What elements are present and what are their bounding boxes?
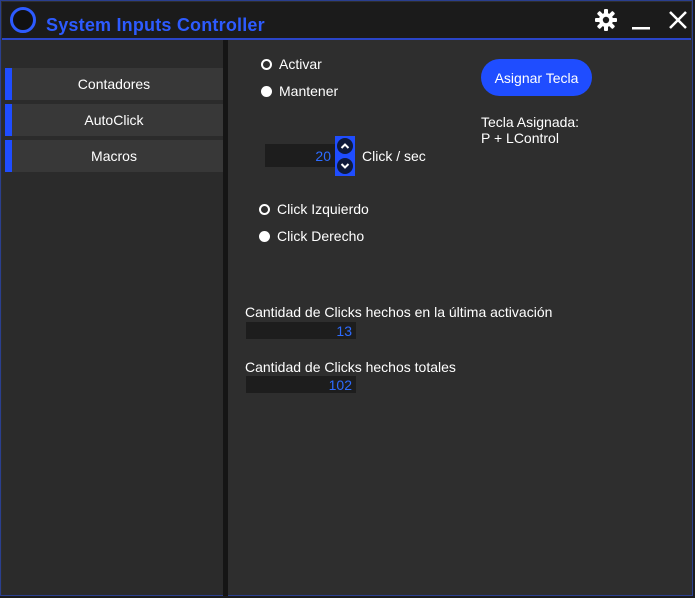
assigned-key-value: P + LControl — [481, 130, 559, 146]
radio-indicator — [259, 203, 270, 215]
radio-indicator — [261, 58, 272, 70]
radio-label: Activar — [279, 56, 322, 72]
total-clicks-label: Cantidad de Clicks hechos totales — [245, 359, 456, 375]
close-icon[interactable] — [666, 8, 690, 32]
assigned-key-label: Tecla Asignada: — [481, 114, 580, 130]
app-logo-icon — [10, 7, 36, 33]
radio-click-izquierdo[interactable]: Click Izquierdo — [259, 201, 369, 217]
sidebar-item-autoclick[interactable]: AutoClick — [5, 104, 223, 136]
chevron-down-icon[interactable] — [337, 158, 353, 174]
sidebar-item-label: AutoClick — [84, 112, 144, 128]
total-clicks-count: 102 — [246, 376, 356, 393]
assign-key-button[interactable]: Asignar Tecla — [481, 59, 592, 96]
title-bar[interactable]: System Inputs Controller — [2, 2, 691, 40]
sidebar-item-accent — [5, 68, 12, 100]
gear-icon[interactable] — [594, 8, 618, 32]
radio-label: Mantener — [279, 83, 339, 99]
sidebar-item-macros[interactable]: Macros — [5, 140, 223, 172]
sidebar-item-accent — [5, 140, 12, 172]
click-rate-stepper — [335, 136, 355, 176]
radio-indicator — [259, 230, 270, 242]
sidebar-item-accent — [5, 104, 12, 136]
app-title: System Inputs Controller — [46, 15, 265, 35]
sidebar: Contadores AutoClick Macros — [2, 40, 224, 595]
radio-activar[interactable]: Activar — [261, 56, 322, 72]
minimize-icon[interactable] — [629, 8, 653, 32]
chevron-up-icon[interactable] — [337, 138, 353, 154]
last-activation-count: 13 — [246, 322, 356, 339]
last-activation-label: Cantidad de Clicks hechos en la última a… — [245, 304, 553, 320]
app-window: System Inputs Controller Contadores Auto… — [0, 0, 693, 596]
click-rate-unit: Click / sec — [362, 148, 426, 164]
radio-indicator — [261, 85, 272, 97]
radio-label: Click Derecho — [277, 228, 365, 244]
sidebar-item-label: Macros — [91, 148, 137, 164]
click-rate-input[interactable]: 20 — [265, 144, 335, 167]
sidebar-item-label: Contadores — [77, 76, 151, 92]
radio-mantener[interactable]: Mantener — [261, 83, 338, 99]
radio-label: Click Izquierdo — [277, 201, 369, 217]
autoclick-panel: Activar Mantener Asignar Tecla Tecla Asi… — [228, 40, 692, 595]
assigned-key-info: Tecla Asignada: P + LControl — [481, 114, 579, 146]
sidebar-item-contadores[interactable]: Contadores — [5, 68, 223, 100]
radio-click-derecho[interactable]: Click Derecho — [259, 228, 364, 244]
